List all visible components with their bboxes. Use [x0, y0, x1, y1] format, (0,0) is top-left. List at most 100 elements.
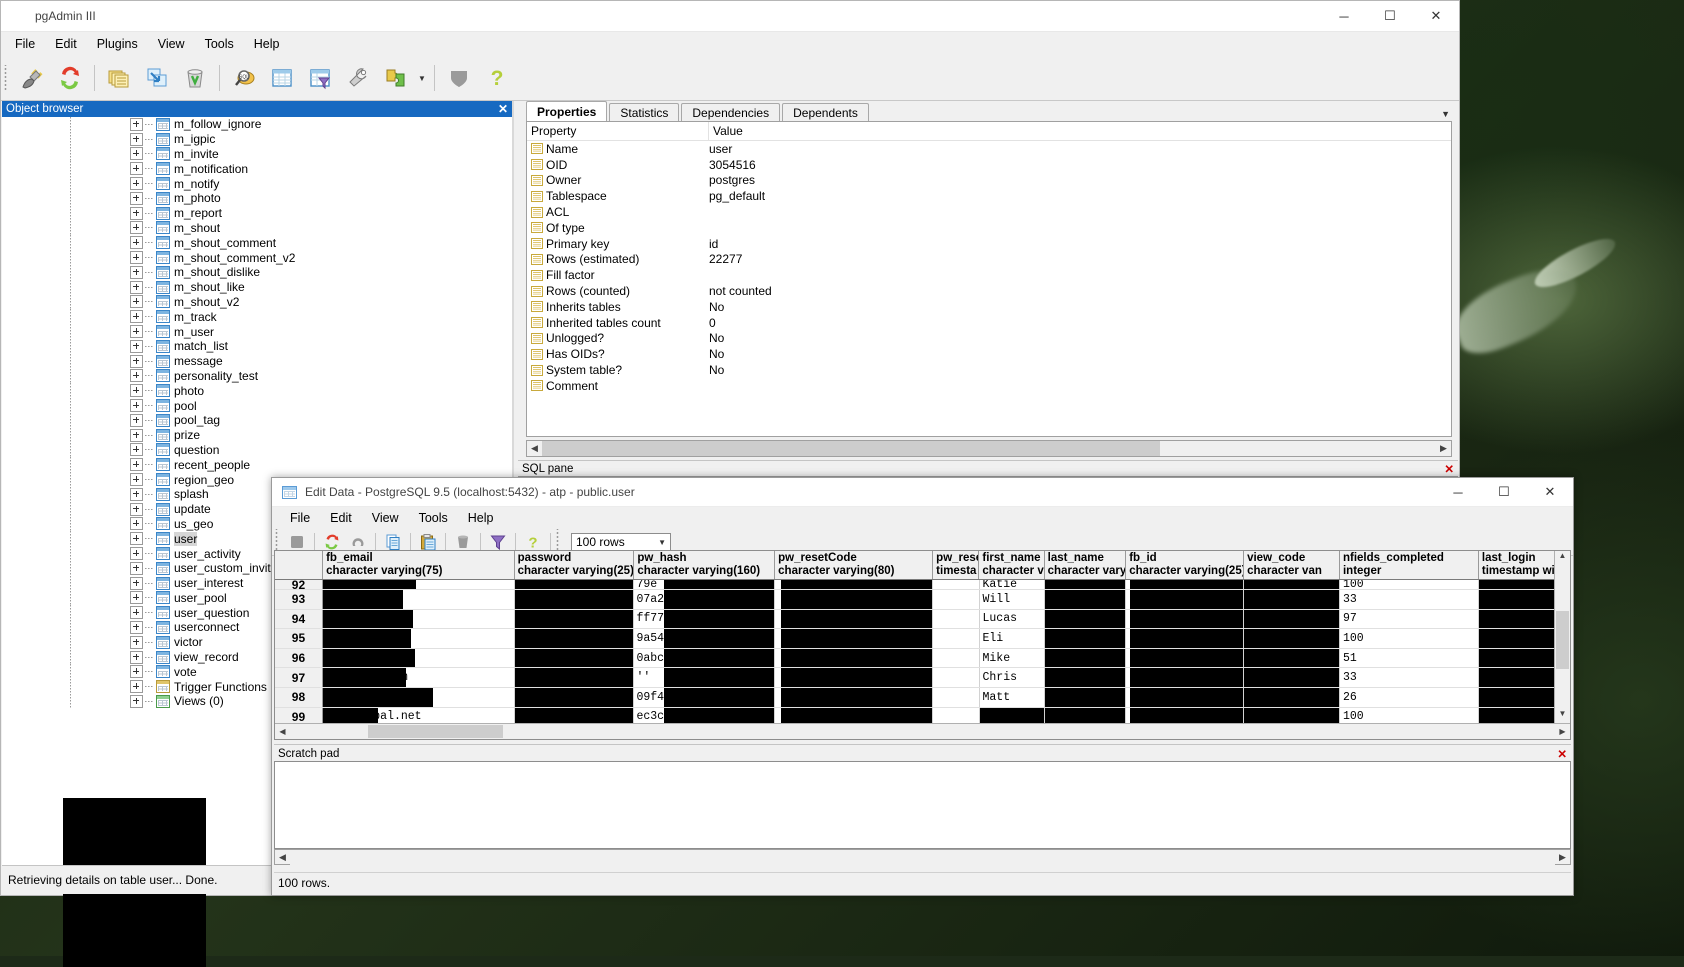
tree-expand-icon[interactable] [130, 517, 143, 530]
tree-item-m_report[interactable]: m_report [2, 206, 512, 221]
tree-expand-icon[interactable] [130, 384, 143, 397]
cell-last_name[interactable] [1045, 668, 1126, 687]
tree-item-personality_test[interactable]: personality_test [2, 369, 512, 384]
hscroll-track[interactable] [290, 725, 1555, 738]
tree-expand-icon[interactable] [130, 133, 143, 146]
tree-expand-icon[interactable] [130, 680, 143, 693]
tree-expand-icon[interactable] [130, 458, 143, 471]
tree-expand-icon[interactable] [130, 251, 143, 264]
data-grid[interactable]: fb_emailcharacter varying(75)passwordcha… [274, 550, 1571, 740]
cell-fb_id[interactable] [1126, 610, 1244, 629]
property-row[interactable]: System table?No [527, 362, 1451, 378]
cell-nfields_completed[interactable]: 26 [1340, 688, 1479, 707]
cell-view_code[interactable] [1244, 610, 1340, 629]
tree-expand-icon[interactable] [130, 207, 143, 220]
tree-item-pool[interactable]: pool [2, 398, 512, 413]
tree-expand-icon[interactable] [130, 621, 143, 634]
cell-first_name[interactable]: Will [980, 590, 1045, 609]
view-data-icon[interactable] [264, 60, 300, 96]
property-row[interactable]: Rows (counted)not counted [527, 283, 1451, 299]
cell-fb_email[interactable]: @yahoo.com [323, 580, 515, 589]
table-row[interactable]: 92@yahoo.com79eKatie100 [275, 580, 1570, 590]
drop-trash-icon[interactable] [177, 60, 213, 96]
menu-plugins[interactable]: Plugins [87, 34, 148, 54]
cell-first_name[interactable]: Matt [980, 688, 1045, 707]
properties-hscrollbar[interactable]: ◀ ▶ [526, 440, 1452, 457]
tree-item-m_follow_ignore[interactable]: m_follow_ignore [2, 117, 512, 132]
tree-item-m_photo[interactable]: m_photo [2, 191, 512, 206]
cell-password[interactable] [515, 610, 635, 629]
property-row[interactable]: OID3054516 [527, 157, 1451, 173]
cell-pw_hash[interactable]: '' [634, 668, 775, 687]
edit-data-close-button[interactable]: ✕ [1527, 478, 1573, 506]
cell-password[interactable] [515, 580, 635, 589]
tree-item-m_notify[interactable]: m_notify [2, 176, 512, 191]
menu-help[interactable]: Help [244, 34, 290, 54]
column-header-last_name[interactable]: last_namecharacter varyi [1045, 551, 1127, 579]
data-grid-rows[interactable]: 92@yahoo.com79eKatie10093@yahoo.com07a2W… [275, 580, 1570, 740]
maximize-button[interactable]: ☐ [1367, 1, 1413, 31]
cell-view_code[interactable] [1244, 668, 1340, 687]
table-row[interactable]: 95@uconn.edu9a54Eli100 [275, 629, 1570, 649]
scroll-up-icon[interactable]: ▲ [1555, 551, 1570, 566]
cell-pw_rese[interactable] [933, 580, 979, 589]
scroll-left-icon[interactable]: ◀ [275, 727, 290, 736]
edit-data-maximize-button[interactable]: ☐ [1481, 478, 1527, 506]
tree-expand-icon[interactable] [130, 606, 143, 619]
cell-nfields_completed[interactable]: 33 [1340, 668, 1479, 687]
scroll-down-icon[interactable]: ▼ [1555, 709, 1570, 724]
column-header-nfields_completed[interactable]: nfields_completedinteger [1340, 551, 1479, 579]
menu-edit[interactable]: Edit [45, 34, 87, 54]
help-icon[interactable]: ? [479, 60, 515, 96]
cell-nfields_completed[interactable]: 100 [1340, 629, 1479, 648]
cell-first_name[interactable]: Lucas [980, 610, 1045, 629]
tree-expand-icon[interactable] [130, 577, 143, 590]
property-row[interactable]: Ownerpostgres [527, 173, 1451, 189]
cell-view_code[interactable] [1244, 629, 1340, 648]
column-header-fb_email[interactable]: fb_emailcharacter varying(75) [323, 551, 514, 579]
sql-pane-close-icon[interactable]: ✕ [1444, 462, 1454, 476]
scroll-left-icon[interactable]: ◀ [527, 443, 542, 454]
tree-item-pool_tag[interactable]: pool_tag [2, 413, 512, 428]
cell-nfields_completed[interactable]: 97 [1340, 610, 1479, 629]
tree-expand-icon[interactable] [130, 591, 143, 604]
sql-query-icon[interactable]: SQL [226, 60, 262, 96]
tree-expand-icon[interactable] [130, 221, 143, 234]
column-header-pw_rese[interactable]: pw_resetimesta [933, 551, 979, 579]
hscroll-thumb[interactable] [542, 441, 1160, 456]
tree-item-m_shout_like[interactable]: m_shout_like [2, 280, 512, 295]
tree-item-m_shout_v2[interactable]: m_shout_v2 [2, 295, 512, 310]
cell-fb_id[interactable] [1126, 668, 1244, 687]
cell-pw_hash[interactable]: 07a2 [634, 590, 775, 609]
close-button[interactable]: ✕ [1413, 1, 1459, 31]
tab-properties[interactable]: Properties [526, 101, 607, 121]
cell-view_code[interactable] [1244, 649, 1340, 668]
tree-item-m_shout_comment_v2[interactable]: m_shout_comment_v2 [2, 250, 512, 265]
cell-pw_rese[interactable] [933, 668, 979, 687]
cell-password[interactable] [515, 629, 635, 648]
cell-pw_hash[interactable]: 09f4 [634, 688, 775, 707]
tree-item-match_list[interactable]: match_list [2, 339, 512, 354]
tab-dependents[interactable]: Dependents [782, 103, 869, 121]
cell-last_name[interactable] [1045, 649, 1126, 668]
scratch-pad-hscrollbar[interactable]: ◀ ▶ [274, 849, 1571, 865]
cell-fb_email[interactable]: @hotmail.com [323, 668, 515, 687]
cell-fb_email[interactable]: @uconn.edu [323, 688, 515, 707]
cell-pw_rese[interactable] [933, 610, 979, 629]
tree-item-question[interactable]: question [2, 443, 512, 458]
tree-item-prize[interactable]: prize [2, 428, 512, 443]
tree-expand-icon[interactable] [130, 503, 143, 516]
property-row[interactable]: Inherited tables count0 [527, 315, 1451, 331]
cell-first_name[interactable]: Chris [980, 668, 1045, 687]
tree-expand-icon[interactable] [130, 651, 143, 664]
tree-expand-icon[interactable] [130, 147, 143, 160]
cell-fb_id[interactable] [1126, 629, 1244, 648]
column-header-pw_resetcode[interactable]: pw_resetCodecharacter varying(80) [775, 551, 933, 579]
tab-statistics[interactable]: Statistics [609, 103, 679, 121]
scroll-right-icon[interactable]: ▶ [1555, 727, 1570, 736]
tree-expand-icon[interactable] [130, 532, 143, 545]
tree-expand-icon[interactable] [130, 399, 143, 412]
edit-data-minimize-button[interactable]: ─ [1435, 478, 1481, 506]
maintenance-wrench-icon[interactable] [340, 60, 376, 96]
tab-dependencies[interactable]: Dependencies [681, 103, 780, 121]
